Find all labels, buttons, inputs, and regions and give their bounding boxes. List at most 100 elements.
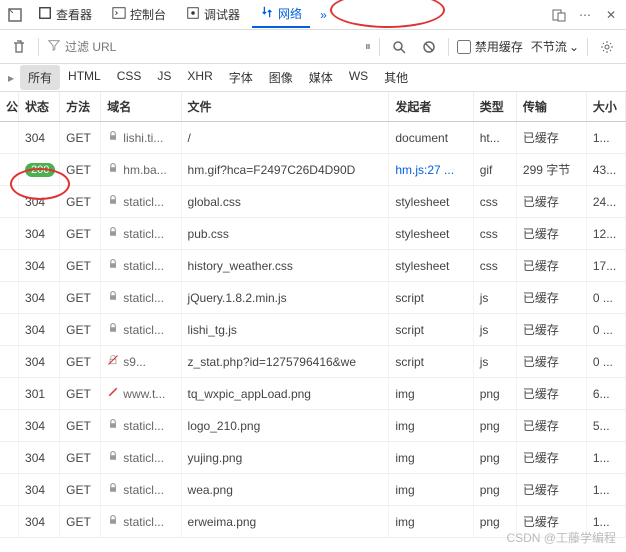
lock-icon: [107, 354, 119, 369]
table-row[interactable]: 304 GET staticl... lishi_tg.js script js…: [0, 314, 626, 346]
throttle-select[interactable]: 不节流 ⌄: [531, 38, 579, 55]
cell-status: 304: [19, 250, 60, 282]
table-row[interactable]: 304 GET staticl... jQuery.1.8.2.min.js s…: [0, 282, 626, 314]
filter-input[interactable]: [65, 40, 205, 54]
divider: [448, 38, 449, 56]
expand-icon[interactable]: ▸: [4, 71, 18, 85]
divider: [587, 38, 588, 56]
table-row[interactable]: 304 GET staticl... global.css stylesheet…: [0, 186, 626, 218]
cell-domain: hm.ba...: [101, 154, 181, 186]
col-initiator[interactable]: 发起者: [389, 92, 473, 122]
cell-type: ht...: [473, 122, 516, 154]
table-row[interactable]: 304 GET staticl... wea.png img png 已缓存 1…: [0, 474, 626, 506]
cell-domain: staticl...: [101, 314, 181, 346]
filter-tab-字体[interactable]: 字体: [221, 65, 261, 90]
table-row[interactable]: 304 GET s9... z_stat.php?id=1275796416&w…: [0, 346, 626, 378]
cell-transfer: 已缓存: [516, 122, 586, 154]
filter-tab-JS[interactable]: JS: [149, 65, 179, 90]
lock-icon: [107, 162, 119, 177]
cell-initiator: img: [389, 506, 473, 538]
dock-icon[interactable]: [4, 4, 26, 26]
lock-icon: [107, 194, 119, 209]
cell-transfer: 已缓存: [516, 250, 586, 282]
filter-tab-其他[interactable]: 其他: [376, 65, 416, 90]
cell-size: 5...: [586, 410, 625, 442]
cell-status: 200: [19, 154, 60, 186]
cell-size: 6...: [586, 378, 625, 410]
chevron-down-icon: ⌄: [569, 40, 579, 54]
cell-status: 304: [19, 218, 60, 250]
cell-status: 304: [19, 282, 60, 314]
col-transfer[interactable]: 传输: [516, 92, 586, 122]
cell-transfer: 已缓存: [516, 474, 586, 506]
cell-file: tq_wxpic_appLoad.png: [181, 378, 389, 410]
disable-cache-wrap[interactable]: 禁用缓存: [457, 38, 523, 55]
cell-file: hm.gif?hca=F2497C26D4D90D: [181, 154, 389, 186]
divider: [379, 38, 380, 56]
col-domain[interactable]: 域名: [101, 92, 181, 122]
table-row[interactable]: 304 GET staticl... yujing.png img png 已缓…: [0, 442, 626, 474]
cell-domain: staticl...: [101, 250, 181, 282]
cell-transfer: 已缓存: [516, 314, 586, 346]
filter-tab-图像[interactable]: 图像: [261, 65, 301, 90]
cell-domain: staticl...: [101, 410, 181, 442]
cell-method: GET: [60, 122, 101, 154]
table-row[interactable]: 304 GET staticl... pub.css stylesheet cs…: [0, 218, 626, 250]
cell-domain: staticl...: [101, 186, 181, 218]
tab-debugger[interactable]: 调试器: [178, 2, 248, 27]
cell-transfer: 299 字节: [516, 154, 586, 186]
table-row[interactable]: 301 GET www.t... tq_wxpic_appLoad.png im…: [0, 378, 626, 410]
filter-tab-所有[interactable]: 所有: [20, 65, 60, 90]
cell-method: GET: [60, 410, 101, 442]
tab-inspector[interactable]: 查看器: [30, 2, 100, 27]
filter-tab-XHR[interactable]: XHR: [179, 65, 220, 90]
cell-status: 304: [19, 314, 60, 346]
table-row[interactable]: 304 GET staticl... logo_210.png img png …: [0, 410, 626, 442]
cell-size: 1...: [586, 474, 625, 506]
cell-file: logo_210.png: [181, 410, 389, 442]
tab-console[interactable]: 控制台: [104, 2, 174, 27]
cell-status: 304: [19, 122, 60, 154]
cell-transfer: 已缓存: [516, 186, 586, 218]
col-type[interactable]: 类型: [473, 92, 516, 122]
settings-icon[interactable]: [596, 36, 618, 58]
disable-cache-checkbox[interactable]: [457, 40, 471, 54]
devtools-tabbar: 查看器 控制台 调试器 网络 » ⋯ ✕: [0, 0, 626, 30]
cell-method: GET: [60, 378, 101, 410]
table-row[interactable]: 304 GET staticl... history_weather.css s…: [0, 250, 626, 282]
lock-icon: [107, 322, 119, 337]
search-icon[interactable]: [388, 36, 410, 58]
cell-domain: staticl...: [101, 442, 181, 474]
block-icon[interactable]: [418, 36, 440, 58]
table-row[interactable]: 304 GET lishi.ti... / document ht... 已缓存…: [0, 122, 626, 154]
responsive-icon[interactable]: [548, 4, 570, 26]
pause-icon[interactable]: ⏸: [365, 39, 371, 54]
menu-icon[interactable]: ⋯: [574, 4, 596, 26]
cell-size: 43...: [586, 154, 625, 186]
filter-tab-HTML[interactable]: HTML: [60, 65, 109, 90]
tab-label: 控制台: [130, 6, 166, 23]
cell-initiator: document: [389, 122, 473, 154]
cell-method: GET: [60, 346, 101, 378]
col-status[interactable]: 状态: [19, 92, 60, 122]
col-size[interactable]: 大小: [586, 92, 625, 122]
filter-tab-媒体[interactable]: 媒体: [301, 65, 341, 90]
col-method[interactable]: 方法: [60, 92, 101, 122]
cell-method: GET: [60, 250, 101, 282]
filter-tab-CSS[interactable]: CSS: [109, 65, 150, 90]
filter-type-tabs: ▸ 所有HTMLCSSJSXHR字体图像媒体WS其他: [0, 64, 626, 92]
tab-network[interactable]: 网络: [252, 1, 310, 28]
overflow-tabs[interactable]: »: [314, 8, 333, 22]
trash-icon[interactable]: [8, 36, 30, 58]
col-file[interactable]: 文件: [181, 92, 389, 122]
cell-file: pub.css: [181, 218, 389, 250]
close-icon[interactable]: ✕: [600, 4, 622, 26]
cell-size: 1...: [586, 442, 625, 474]
cell-type: js: [473, 346, 516, 378]
filter-tab-WS[interactable]: WS: [341, 65, 376, 90]
cell-domain: www.t...: [101, 378, 181, 410]
tab-label: 网络: [278, 5, 302, 22]
table-row[interactable]: 200 GET hm.ba... hm.gif?hca=F2497C26D4D9…: [0, 154, 626, 186]
col-pub[interactable]: 公: [0, 92, 19, 122]
cell-status: 304: [19, 474, 60, 506]
